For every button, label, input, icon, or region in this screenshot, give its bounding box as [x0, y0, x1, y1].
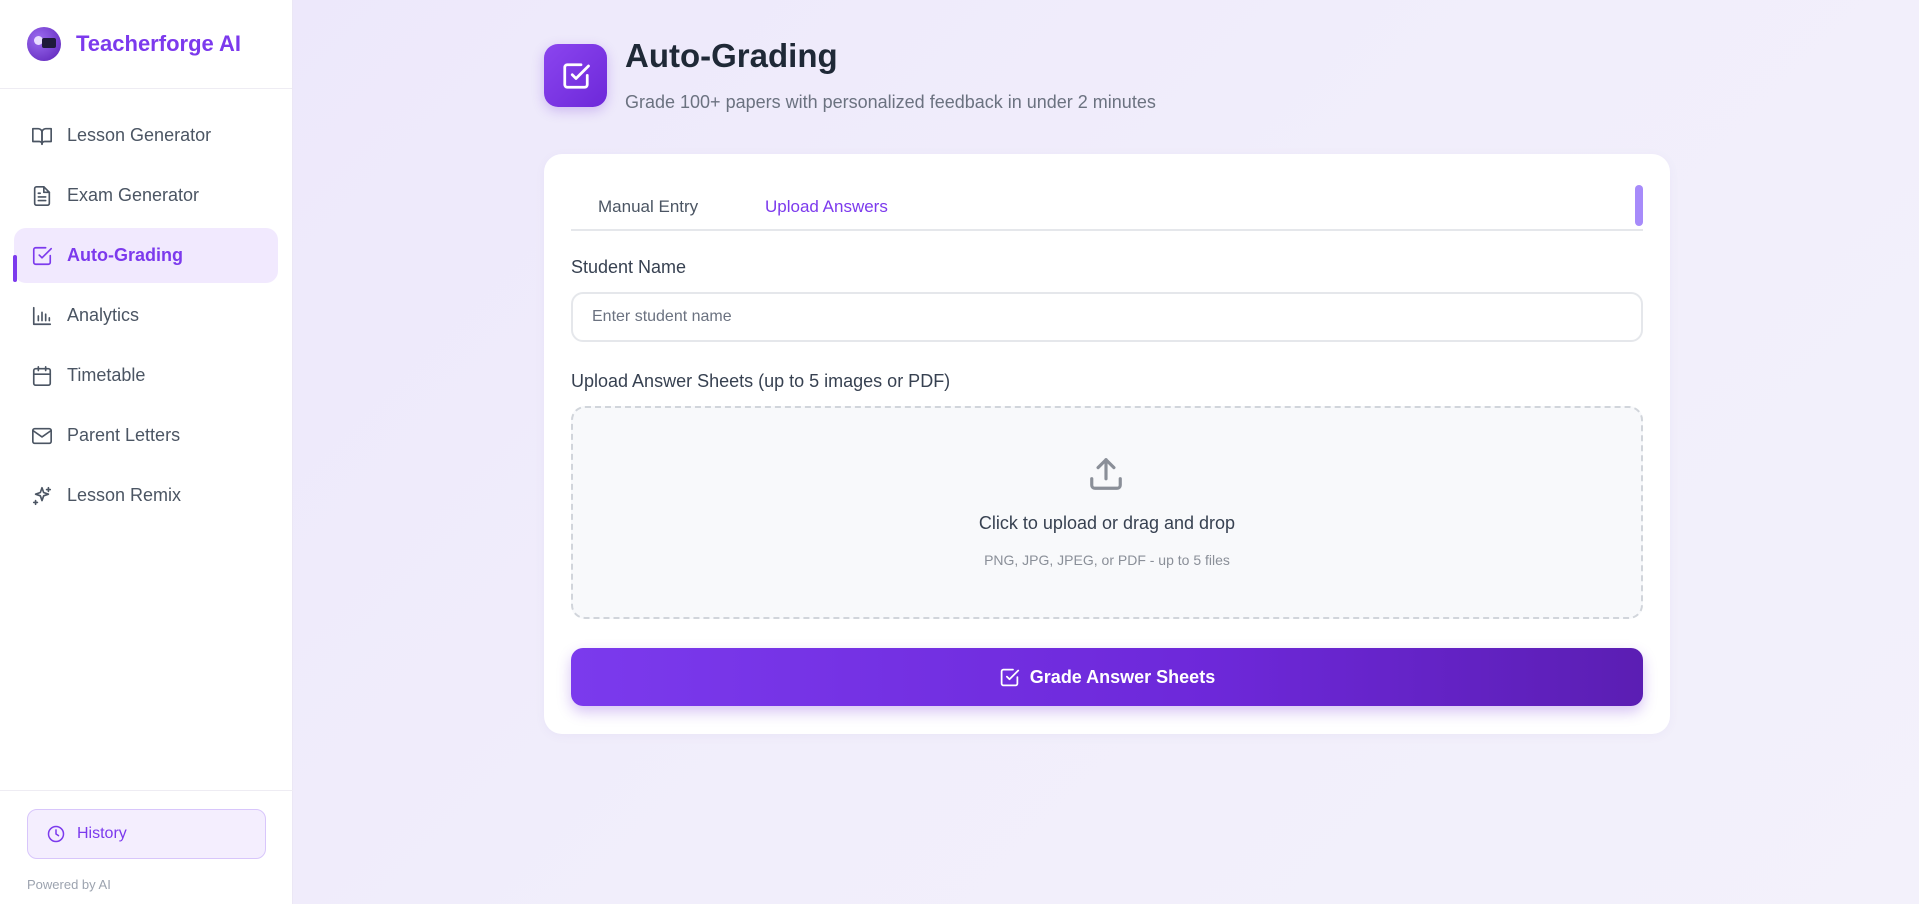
- brand[interactable]: Teacherforge AI: [0, 0, 292, 89]
- student-name-input[interactable]: [571, 292, 1643, 342]
- sidebar-item-parent-letters[interactable]: Parent Letters: [14, 408, 278, 463]
- page-title: Auto-Grading: [625, 37, 838, 74]
- sidebar-item-timetable[interactable]: Timetable: [14, 348, 278, 403]
- mail-icon: [31, 425, 53, 447]
- calendar-icon: [31, 365, 53, 387]
- clock-icon: [47, 825, 65, 843]
- bar-chart-icon: [31, 305, 53, 327]
- sidebar-item-auto-grading[interactable]: Auto-Grading: [13, 228, 278, 283]
- tab-upload-answers[interactable]: Upload Answers: [765, 197, 888, 217]
- grade-button-label: Grade Answer Sheets: [1029, 666, 1216, 687]
- dropzone-hint: PNG, JPG, JPEG, or PDF - up to 5 files: [984, 552, 1230, 568]
- sidebar-item-analytics[interactable]: Analytics: [14, 288, 278, 343]
- sidebar-item-label: Analytics: [67, 305, 140, 325]
- sidebar-item-label: Timetable: [67, 365, 146, 385]
- sidebar-nav: Lesson Generator Exam Generator Auto-Gra…: [0, 89, 292, 523]
- upload-dropzone[interactable]: Click to upload or drag and drop PNG, JP…: [571, 406, 1643, 619]
- sidebar-footer: History Powered by AI: [0, 790, 293, 904]
- book-open-icon: [31, 125, 53, 147]
- powered-by-text: Powered by AI: [27, 877, 111, 892]
- brand-name: Teacherforge AI: [76, 31, 242, 56]
- sidebar-item-lesson-remix[interactable]: Lesson Remix: [14, 468, 278, 523]
- sidebar-item-label: Parent Letters: [67, 425, 181, 445]
- tab-manual-entry[interactable]: Manual Entry: [598, 197, 698, 217]
- dropzone-title: Click to upload or drag and drop: [978, 513, 1236, 533]
- checkbox-icon: [562, 62, 590, 89]
- sidebar-item-exam-generator[interactable]: Exam Generator: [14, 168, 278, 223]
- sidebar-item-label: Exam Generator: [67, 185, 200, 205]
- sidebar-item-label: Lesson Generator: [67, 125, 212, 145]
- tab-bar: Manual Entry Upload Answers: [571, 179, 1643, 231]
- scrollbar-thumb[interactable]: [1635, 185, 1643, 226]
- history-button[interactable]: History: [27, 809, 266, 859]
- grade-answer-sheets-button[interactable]: Grade Answer Sheets: [571, 648, 1643, 706]
- file-text-icon: [31, 185, 53, 207]
- upload-label: Upload Answer Sheets (up to 5 images or …: [571, 371, 951, 391]
- sidebar: Teacherforge AI Lesson Generator Exam Ge…: [0, 0, 293, 904]
- page-header-icon: [544, 44, 607, 107]
- checkbox-icon: [31, 245, 53, 267]
- checkbox-icon: [1000, 668, 1019, 686]
- upload-icon: [1087, 455, 1125, 493]
- brand-logo: [27, 27, 61, 61]
- sparkles-icon: [31, 485, 53, 507]
- sidebar-item-lesson-generator[interactable]: Lesson Generator: [14, 108, 278, 163]
- grading-card: Manual Entry Upload Answers Student Name…: [544, 154, 1670, 734]
- sidebar-item-label: Lesson Remix: [67, 485, 182, 505]
- sidebar-item-label: Auto-Grading: [67, 245, 183, 265]
- student-name-label: Student Name: [571, 257, 687, 277]
- history-label: History: [77, 825, 127, 842]
- page-subtitle: Grade 100+ papers with personalized feed…: [625, 92, 1156, 112]
